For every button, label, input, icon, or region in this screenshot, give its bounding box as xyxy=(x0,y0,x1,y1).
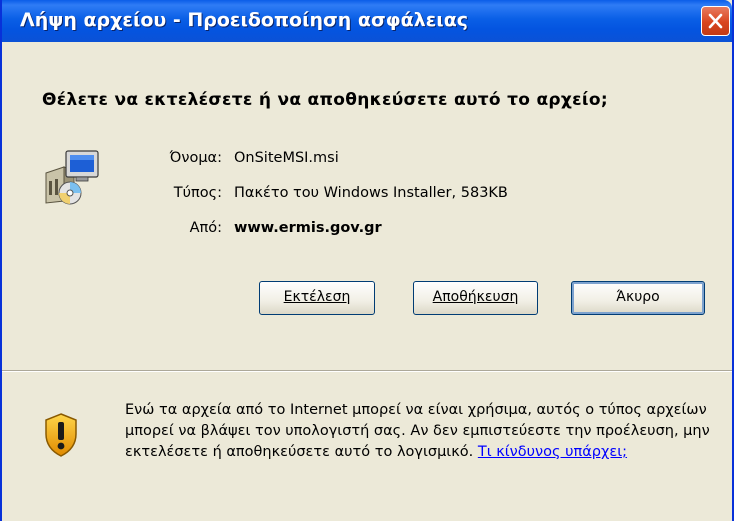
save-button-label: Αποθήκευση xyxy=(432,289,519,305)
warning-message: Ενώ τα αρχεία από το Internet μπορεί να … xyxy=(125,400,715,463)
name-label: Όνομα: xyxy=(169,150,222,166)
window-title: Λήψη αρχείου - Προειδοποίηση ασφάλειας xyxy=(20,9,469,31)
prompt-question: Θέλετε να εκτελέσετε ή να αποθηκεύσετε α… xyxy=(42,90,608,110)
name-value: OnSiteMSI.msi xyxy=(234,150,339,166)
msi-installer-icon xyxy=(40,145,102,207)
title-bar[interactable]: Λήψη αρχείου - Προειδοποίηση ασφάλειας xyxy=(2,0,732,42)
download-security-dialog: Λήψη αρχείου - Προειδοποίηση ασφάλειας Θ… xyxy=(0,0,734,521)
cancel-button[interactable]: Άκυρο xyxy=(571,281,705,315)
divider-highlight xyxy=(2,371,732,372)
from-label: Από: xyxy=(189,220,222,236)
run-button-label: Εκτέλεση xyxy=(283,289,351,305)
close-icon xyxy=(708,13,723,29)
from-value: www.ermis.gov.gr xyxy=(234,220,382,236)
type-label: Τύπος: xyxy=(173,185,222,201)
security-shield-icon xyxy=(44,412,78,458)
save-button[interactable]: Αποθήκευση xyxy=(413,281,538,315)
close-button[interactable] xyxy=(701,6,730,36)
cancel-button-label: Άκυρο xyxy=(616,289,660,305)
run-button[interactable]: Εκτέλεση xyxy=(259,281,375,315)
type-value: Πακέτο του Windows Installer, 583KB xyxy=(234,185,508,201)
risk-info-link[interactable]: Τι κίνδυνος υπάρχει; xyxy=(478,444,627,460)
